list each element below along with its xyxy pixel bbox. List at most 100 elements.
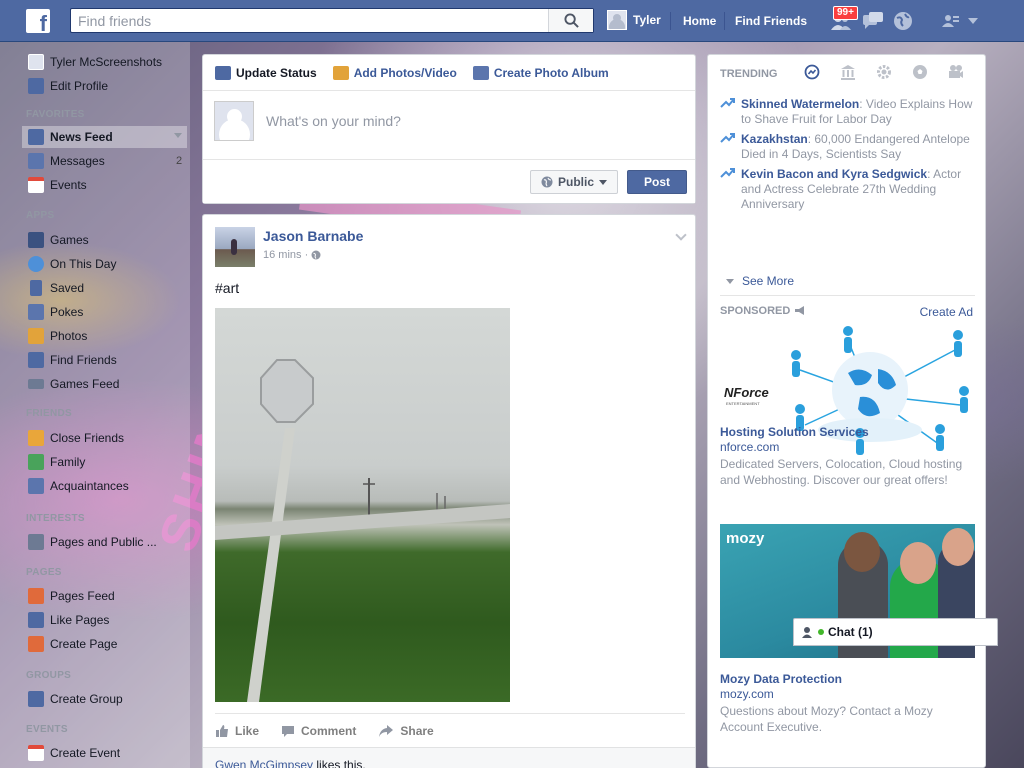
ad-person-head [942,528,974,566]
right-column: TRENDING Skinned Watermelon: Video Expla… [707,54,986,768]
sidebar-item-saved[interactable]: Saved [28,278,84,298]
tab-add-photos[interactable]: Add Photos/Video [332,65,457,80]
sidebar-item-label: Create Group [50,692,123,706]
trending-topic: Skinned Watermelon [741,97,860,111]
ad-person-head [900,542,936,584]
sidebar-item-messages[interactable]: Messages [28,151,105,171]
search-input[interactable] [71,9,549,32]
sidebar-item-games[interactable]: Games [28,230,89,250]
sidebar-item-on-this-day[interactable]: On This Day [28,254,116,274]
sidebar-item-label: Acquaintances [50,479,129,493]
sidebar-item-news-feed[interactable]: News Feed [28,127,113,147]
comment-button[interactable]: Comment [281,724,356,738]
section-heading-favorites: FAVORITES [26,109,85,120]
tab-label: Add Photos/Video [353,65,457,80]
trending-item[interactable]: Kazakhstan: 60,000 Endangered Antelope D… [720,132,978,162]
trending-top-icon[interactable] [804,64,820,80]
story-timestamp[interactable]: 16 mins · [263,249,363,261]
notifications-globe-icon[interactable] [892,10,916,32]
post-button[interactable]: Post [627,170,687,194]
sidebar-item-label: Saved [50,281,85,295]
story-actions: Like Comment Share [215,713,685,747]
sidebar-item-label: Family [50,455,86,469]
ad-title-link[interactable]: Mozy Data Protection [720,672,842,686]
sidebar-item-profile[interactable]: Tyler McScreenshots [28,52,162,72]
news-feed-icon [28,129,44,145]
sponsored-heading: SPONSORED [720,305,806,317]
liker-name-link[interactable]: Gwen McGimpsey [215,758,313,768]
privacy-selector-button[interactable]: Public [530,170,618,194]
status-input[interactable]: What's on your mind? [266,113,401,129]
story-header: Jason Barnabe 16 mins · [215,227,363,267]
facebook-logo-icon[interactable]: f [26,9,50,33]
like-button[interactable]: Like [215,724,259,738]
trending-item[interactable]: Kevin Bacon and Kyra Sedgwick: Actor and… [720,167,978,212]
sidebar-item-edit-profile[interactable]: Edit Profile [28,76,108,96]
story-likes-summary: Gwen McGimpsey likes this. [203,747,695,768]
story-text: #art [215,280,240,296]
ad-description: Questions about Mozy? Contact a Mozy Acc… [720,704,933,734]
ad-domain-link[interactable]: nforce.com [720,440,779,454]
chat-user-icon [802,627,812,638]
sidebar-item-close-friends[interactable]: Close Friends [28,428,124,448]
sidebar-item-label: Find Friends [50,353,117,367]
globe-icon [541,176,553,188]
story-options-chevron-icon[interactable] [675,229,687,241]
messages-icon [28,153,44,169]
tab-update-status[interactable]: Update Status [215,65,317,80]
nav-find-friends-link[interactable]: Find Friends [735,14,807,28]
trending-category-tabs [804,64,964,80]
sidebar-item-pokes[interactable]: Pokes [28,302,83,322]
ad-description: Dedicated Servers, Colocation, Cloud hos… [720,457,963,487]
ad-domain-link[interactable]: mozy.com [720,687,774,701]
action-label: Like [235,723,260,738]
tab-create-album[interactable]: Create Photo Album [472,65,609,80]
nav-profile-link[interactable]: Tyler [607,10,661,30]
sidebar-item-label: Events [50,178,87,192]
sidebar-item-games-feed[interactable]: Games Feed [28,374,119,394]
sidebar-item-create-page[interactable]: Create Page [28,634,117,654]
section-heading-apps: APPS [26,210,55,221]
ad-person-head [844,532,880,572]
trending-topic: Kevin Bacon and Kyra Sedgwick [741,167,928,181]
share-button[interactable]: Share [378,723,434,738]
sidebar-item-acquaintances[interactable]: Acquaintances [28,476,129,496]
privacy-shortcuts-icon[interactable] [940,10,964,32]
action-label: Comment [301,723,357,738]
chat-tab[interactable]: Chat (1) [793,618,998,646]
create-event-icon [28,745,44,761]
messages-icon[interactable] [861,10,885,32]
sidebar-item-pages-feed[interactable]: Pages Feed [28,586,115,606]
politics-building-icon[interactable] [840,64,856,80]
nav-home-link[interactable]: Home [683,14,716,28]
chevron-down-icon[interactable] [174,133,182,138]
author-avatar[interactable] [215,227,255,267]
sidebar-item-label: Create Page [50,637,118,651]
science-gear-icon[interactable] [876,64,892,80]
action-label: Share [400,723,434,738]
author-name-link[interactable]: Jason Barnabe [263,227,363,245]
search-button[interactable] [548,9,593,32]
ad-title-link[interactable]: Hosting Solution Services [720,425,869,439]
sidebar-item-like-pages[interactable]: Like Pages [28,610,109,630]
sidebar-item-events[interactable]: Events [28,175,87,195]
story-photo[interactable] [215,308,510,702]
sidebar-item-find-friends[interactable]: Find Friends [28,350,117,370]
see-more-link[interactable]: See More [726,274,794,288]
sidebar-item-create-event[interactable]: Create Event [28,743,120,763]
account-menu-chevron-down-icon[interactable] [966,15,990,37]
sidebar-item-pages-public[interactable]: Pages and Public ... [28,532,157,552]
sidebar-item-family[interactable]: Family [28,452,85,472]
sidebar-item-label: Pages Feed [50,589,115,603]
sidebar-item-photos[interactable]: Photos [28,326,87,346]
chat-label: Chat (1) [828,625,873,639]
top-bar: f Tyler Home Find Friends 99+ [0,0,1024,42]
family-icon [28,454,44,470]
trending-item[interactable]: Skinned Watermelon: Video Explains How t… [720,97,978,127]
pencil-icon [28,78,44,94]
sports-ball-icon[interactable] [912,64,928,80]
create-ad-link[interactable]: Create Ad [920,305,973,319]
entertainment-camera-icon[interactable] [948,64,964,80]
sidebar-item-create-group[interactable]: Create Group [28,689,123,709]
create-page-icon [28,636,44,652]
